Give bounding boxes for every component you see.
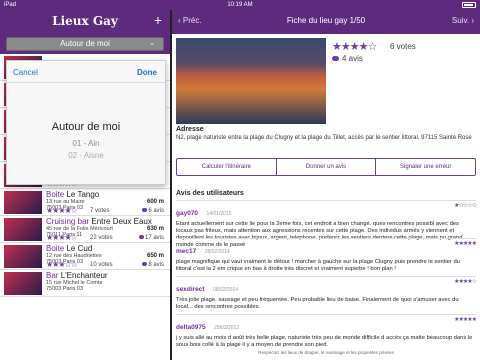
place-distance: 650 m — [146, 253, 164, 259]
done-button[interactable]: Done — [137, 68, 157, 77]
place-type: Boite Le Tango — [46, 190, 100, 199]
picker-toolbar: Cancel Done — [7, 61, 165, 83]
place-votes: 6 votes — [390, 42, 416, 51]
app-title: Lieux Gay — [52, 14, 118, 28]
place-address: 15 rue Michel le Comte 75003 Paris 03 — [46, 280, 103, 292]
place-name: L'Enchanteur — [60, 271, 108, 280]
list-item[interactable]: Bar L'Enchanteur 15 rue Michel le Comte … — [0, 270, 170, 297]
comment-icon — [138, 235, 144, 239]
place-reviews: 17 avis — [138, 235, 164, 241]
location-filter-button[interactable]: Autour de moi ⌄ — [6, 37, 164, 51]
place-votes: 10 votes — [90, 262, 113, 268]
place-rating-stars: ★★★★☆ — [332, 41, 377, 53]
list-item[interactable]: Boite Le Tango 13 rue au Maire 75003 Par… — [0, 189, 170, 216]
place-reviews: 8 avis — [142, 262, 164, 268]
give-review-button[interactable]: Donner un avis — [277, 159, 377, 175]
filter-bar: Autour de moi ⌄ — [0, 34, 170, 54]
next-button[interactable]: Suiv. › — [452, 16, 474, 25]
review-date: 29/03/2013 — [214, 325, 240, 331]
picker-selected-option[interactable]: Autour de moi — [7, 121, 165, 133]
review-text: plage magnifique qui vaut vraiment le dé… — [176, 259, 460, 272]
action-buttons: Calculer l'itinéraire Donner un avis Sig… — [176, 158, 476, 176]
place-thumbnail — [4, 272, 42, 295]
review-text: Très jolie plage, sauvage et peu fréquen… — [176, 297, 459, 310]
picker-option[interactable]: 02 - Aisne — [7, 151, 165, 160]
report-error-button[interactable]: Signaler une erreur — [376, 159, 475, 175]
place-type: Cruising bar Entre Deux Eaux — [46, 217, 152, 226]
review-user[interactable]: delta0975 — [176, 324, 206, 331]
reviews-count-label: 4 avis — [342, 54, 363, 63]
left-navbar: Lieux Gay + — [0, 10, 170, 34]
reviews-list: gay070 14/01/2015 ★☆☆☆☆ Etant actuelleme… — [176, 200, 477, 352]
battery-area — [462, 2, 476, 8]
location-filter-label: Autour de moi — [60, 39, 110, 48]
chevron-down-icon: ⌄ — [149, 40, 155, 47]
places-list-panel: Lieux Gay + Autour de moi ⌄ Boite Le Tan… — [0, 10, 170, 360]
place-reviews: 6 avis — [142, 208, 164, 214]
comment-icon — [142, 262, 148, 266]
place-thumbnail — [4, 245, 42, 268]
comment-icon — [332, 56, 339, 61]
list-item[interactable]: Cruising bar Entre Deux Eaux 45 rue de l… — [0, 216, 170, 243]
review-user[interactable]: gay070 — [176, 210, 198, 217]
picker-option[interactable]: 01 - Ain — [7, 139, 165, 148]
region-picker-wheel[interactable]: Autour de moi 01 - Ain 02 - Aisne — [7, 121, 165, 160]
place-thumbnail — [4, 191, 42, 214]
place-name: Entre Deux Eaux — [91, 217, 152, 226]
battery-icon — [462, 2, 476, 8]
place-distance: 630 m — [146, 226, 164, 232]
add-icon[interactable]: + — [154, 12, 162, 28]
place-name: Le Cud — [66, 244, 93, 253]
review-text: j y suis allé au mois d août très belle … — [176, 335, 473, 348]
address-text: N2, plage naturiste entre la plage du Cl… — [176, 135, 472, 141]
review-date: 14/01/2015 — [206, 211, 232, 217]
review-stars: ★★★★★ — [454, 317, 477, 323]
comment-icon — [142, 208, 148, 212]
place-type: Bar L'Enchanteur — [46, 271, 108, 280]
review-item: delta0975 29/03/2013 ★★★★★ j y suis allé… — [176, 314, 477, 352]
region-picker-popover: Cancel Done Autour de moi 01 - Ain 02 - … — [6, 60, 166, 185]
place-distance: 600 m — [146, 199, 164, 205]
review-user[interactable]: sexdirect — [176, 286, 205, 293]
review-stars: ★★★★★ — [454, 241, 477, 247]
cancel-button[interactable]: Cancel — [13, 68, 38, 77]
route-button[interactable]: Calculer l'itinéraire — [177, 159, 277, 175]
place-name: Le Tango — [66, 190, 100, 199]
place-votes: 7 votes — [90, 208, 110, 214]
detail-navbar: ‹ Préc. Fiche du lieu gay 1/50 Suiv. › — [172, 10, 480, 34]
review-user[interactable]: mec17 — [176, 248, 196, 255]
list-item[interactable]: Boite Le Cud 12 rue des Haudriettes 7500… — [0, 243, 170, 270]
review-stars: ★★★★☆ — [454, 279, 477, 285]
place-detail-panel: ‹ Préc. Fiche du lieu gay 1/50 Suiv. › ★… — [172, 10, 480, 360]
review-item: mec17 28/02/2014 ★★★★★ plage magnifique … — [176, 238, 477, 276]
app-screen: iPad 10:19 AM Lieux Gay + Autour de moi … — [0, 0, 480, 360]
reviews-heading: Avis des utilisateurs — [176, 190, 244, 197]
place-type: Boite Le Cud — [46, 244, 93, 253]
review-date: 08/02/2014 — [213, 287, 239, 293]
place-reviews-count: 4 avis — [332, 54, 363, 63]
status-bar: iPad 10:19 AM — [0, 0, 480, 10]
clock: 10:19 AM — [227, 2, 253, 8]
address-heading: Adresse — [176, 126, 204, 133]
detail-title: Fiche du lieu gay 1/50 — [286, 16, 366, 25]
review-item: sexdirect 08/02/2014 ★★★★☆ Très jolie pl… — [176, 276, 477, 314]
review-item: gay070 14/01/2015 ★☆☆☆☆ Etant actuelleme… — [176, 200, 477, 248]
place-thumbnail — [4, 218, 42, 241]
footer-note: Respectez les lieux de drague, le voisin… — [258, 350, 394, 355]
place-votes: 22 votes — [90, 235, 113, 241]
place-photo — [176, 38, 326, 124]
place-stars: ★★★☆☆ — [46, 260, 78, 269]
place-stars: ★★★★☆ — [46, 233, 78, 242]
place-stars: ★★★★☆ — [46, 206, 78, 215]
review-stars: ★☆☆☆☆ — [454, 203, 477, 209]
review-date: 28/02/2014 — [204, 249, 230, 255]
